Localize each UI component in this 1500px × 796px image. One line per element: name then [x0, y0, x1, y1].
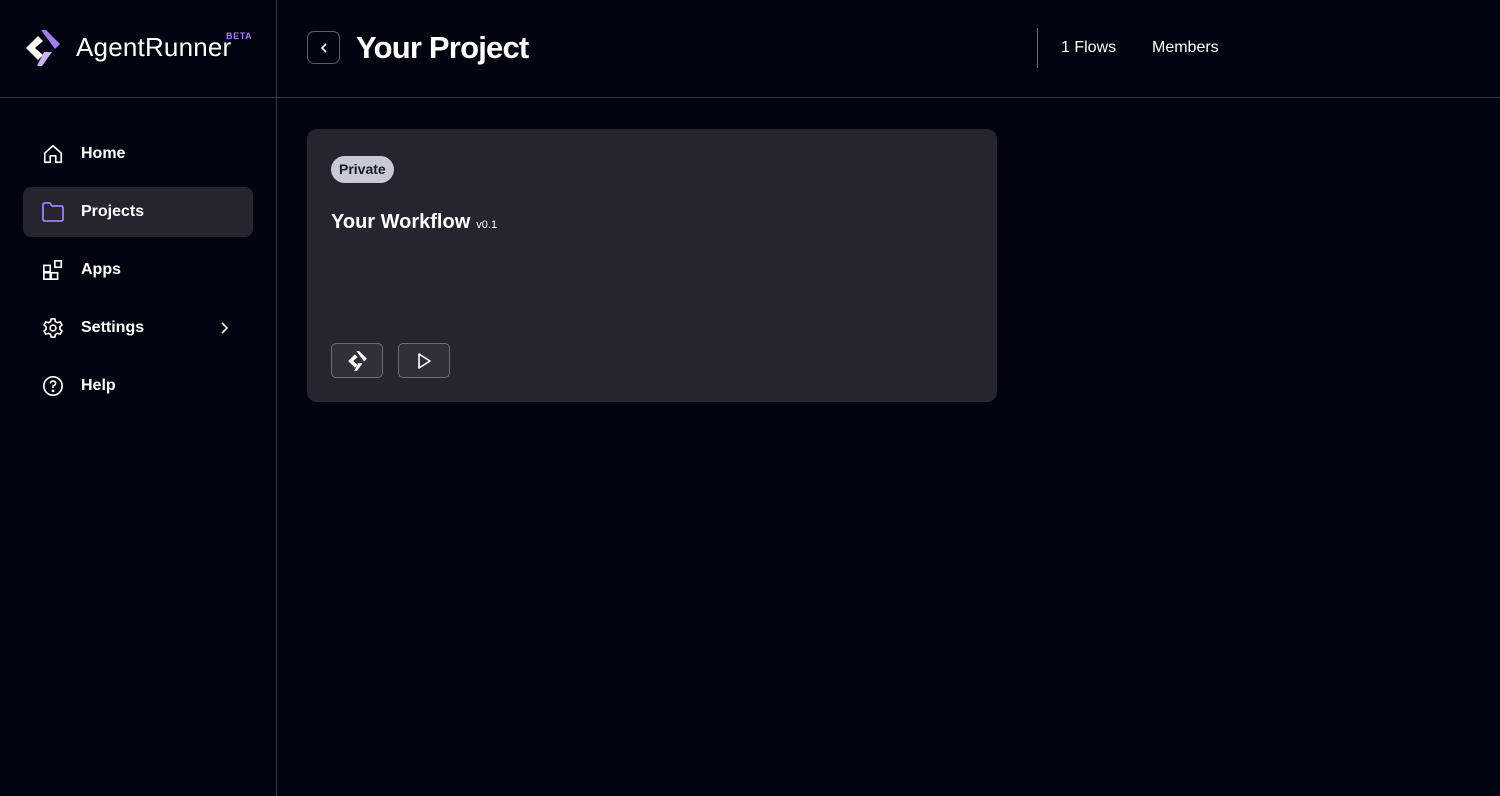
flows-tab[interactable]: 1 Flows [1061, 39, 1116, 57]
page-title: Your Project [356, 30, 529, 65]
page-header: Your Project 1 Flows Members [277, 0, 1500, 98]
sidebar-item-help[interactable]: Help [23, 361, 253, 411]
sidebar-item-label: Apps [81, 261, 121, 278]
sidebar-item-apps[interactable]: Apps [23, 245, 253, 295]
sidebar-item-label: Home [81, 145, 126, 162]
flow-editor-icon [348, 350, 367, 371]
agentrunner-logo-icon [26, 30, 60, 66]
gear-icon [41, 316, 65, 340]
beta-badge: BETA [226, 31, 253, 41]
sidebar-nav: Home Projects Apps Settings Help [23, 129, 253, 419]
app-root: AgentRunner BETA Home Projects Apps Sett… [0, 0, 1500, 796]
workflow-title: Your Workflow [331, 211, 471, 233]
workflow-version: v0.1 [476, 219, 498, 231]
open-editor-button[interactable] [331, 343, 383, 378]
sidebar-item-label: Help [81, 377, 116, 394]
sidebar-item-label: Settings [81, 319, 145, 336]
play-icon [418, 352, 431, 369]
apps-grid-icon [41, 258, 65, 282]
chevron-right-icon [221, 322, 229, 334]
workflow-card[interactable]: Private Your Workflow v0.1 [307, 129, 997, 402]
brand-name: AgentRunner [76, 32, 232, 62]
help-circle-icon [41, 374, 65, 398]
chevron-left-icon [320, 42, 327, 53]
brand-logo[interactable]: AgentRunner BETA [0, 0, 276, 98]
sidebar-item-projects[interactable]: Projects [23, 187, 253, 237]
back-button[interactable] [307, 31, 340, 64]
members-tab[interactable]: Members [1152, 39, 1219, 57]
home-icon [41, 142, 65, 166]
sidebar: AgentRunner BETA Home Projects Apps Sett… [0, 0, 277, 796]
sidebar-item-home[interactable]: Home [23, 129, 253, 179]
sidebar-item-label: Projects [81, 203, 145, 220]
sidebar-item-settings[interactable]: Settings [23, 303, 253, 353]
header-divider [1037, 28, 1038, 68]
run-workflow-button[interactable] [398, 343, 450, 378]
folder-icon [41, 200, 65, 224]
visibility-badge: Private [331, 156, 394, 183]
workflow-title-row: Your Workflow v0.1 [331, 211, 497, 234]
